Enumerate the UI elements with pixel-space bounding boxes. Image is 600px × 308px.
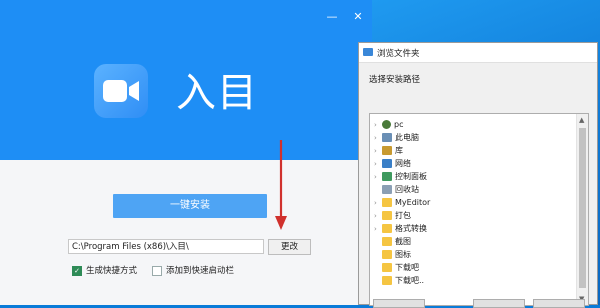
annotation-arrow-icon: [275, 140, 287, 230]
close-button[interactable]: ✕: [352, 11, 364, 23]
folder-dialog-icon: [363, 48, 373, 56]
expand-arrow-icon[interactable]: ›: [374, 158, 382, 170]
dialog-titlebar: 浏览文件夹: [359, 43, 597, 63]
one-click-install-button[interactable]: 一键安装: [113, 194, 267, 218]
tree-item-control-panel[interactable]: › 控制面板: [374, 171, 427, 183]
expand-arrow-icon[interactable]: ›: [374, 145, 382, 157]
folder-icon: [382, 250, 392, 259]
tree-item-label: 截图: [395, 237, 411, 246]
expand-arrow-icon[interactable]: ›: [374, 171, 382, 183]
quick-launch-checkbox[interactable]: 添加到快速启动栏: [152, 265, 234, 277]
folder-icon: [382, 263, 392, 272]
network-icon: [382, 159, 392, 168]
tree-item-icons[interactable]: 图标: [382, 249, 411, 261]
tree-item-label: 库: [395, 146, 403, 155]
dialog-cancel-button[interactable]: [533, 299, 585, 308]
expand-arrow-icon[interactable]: ›: [374, 132, 382, 144]
change-path-button[interactable]: 更改: [268, 239, 311, 255]
scroll-up-icon[interactable]: ▲: [579, 116, 584, 124]
tree-item-label: 此电脑: [395, 133, 419, 142]
tree-item-network[interactable]: › 网络: [374, 158, 411, 170]
tree-item-this-pc[interactable]: › 此电脑: [374, 132, 419, 144]
tree-item-pc[interactable]: › pc: [374, 119, 403, 131]
installer-window: — ✕ 入目 一键安装 C:\Program Files (x86)\入目\ 更…: [0, 0, 372, 305]
user-icon: [382, 120, 391, 129]
install-path-input[interactable]: C:\Program Files (x86)\入目\: [68, 239, 264, 254]
tree-item-label: 回收站: [395, 185, 419, 194]
computer-icon: [382, 133, 392, 142]
tree-item-library[interactable]: › 库: [374, 145, 403, 157]
tree-item-label: 网络: [395, 159, 411, 168]
dialog-ok-button[interactable]: [473, 299, 525, 308]
browse-folder-dialog: 浏览文件夹 选择安装路径 › pc › 此电脑 › 库 › 网络 › 控制面板 回收站 ›…: [358, 42, 598, 308]
dialog-title: 浏览文件夹: [377, 49, 420, 59]
tree-item-downloads[interactable]: 下载吧: [382, 262, 419, 274]
tree-item-downloads-2[interactable]: 下载吧..: [382, 275, 424, 287]
create-shortcut-checkbox[interactable]: ✓ 生成快捷方式: [72, 265, 137, 277]
brand-name: 入目: [176, 70, 258, 116]
control-panel-icon: [382, 172, 392, 181]
expand-arrow-icon[interactable]: ›: [374, 210, 382, 222]
tree-item-label: 格式转换: [395, 224, 427, 233]
quick-launch-label: 添加到快速启动栏: [166, 266, 235, 276]
dialog-new-folder-button[interactable]: [373, 299, 425, 308]
tree-item-label: 打包: [395, 211, 411, 220]
folder-icon: [382, 237, 392, 246]
tree-item-label: MyEditor: [395, 198, 431, 207]
tree-item-myeditor[interactable]: › MyEditor: [374, 197, 430, 209]
expand-arrow-icon[interactable]: ›: [374, 223, 382, 235]
tree-item-label: pc: [394, 120, 404, 129]
checkbox-unchecked-icon: [152, 265, 162, 276]
folder-icon: [382, 276, 392, 285]
tree-item-format-convert[interactable]: › 格式转换: [374, 223, 427, 235]
minimize-button[interactable]: —: [326, 11, 338, 23]
app-logo: [94, 64, 148, 118]
tree-item-package[interactable]: › 打包: [374, 210, 411, 222]
tree-item-recycle-bin[interactable]: 回收站: [382, 184, 419, 196]
tree-item-screenshots[interactable]: 截图: [382, 236, 411, 248]
folder-icon: [382, 211, 392, 220]
video-camera-icon: [103, 80, 139, 102]
expand-arrow-icon[interactable]: ›: [374, 197, 382, 209]
folder-icon: [382, 224, 392, 233]
dialog-prompt: 选择安装路径: [369, 75, 421, 85]
tree-item-label: 控制面板: [395, 172, 427, 181]
recycle-bin-icon: [382, 185, 392, 194]
tree-item-label: 下载吧..: [395, 276, 425, 285]
scroll-thumb[interactable]: [579, 128, 586, 288]
tree-item-label: 下载吧: [395, 263, 419, 272]
folder-icon: [382, 198, 392, 207]
create-shortcut-label: 生成快捷方式: [86, 266, 138, 276]
installer-header: — ✕ 入目: [0, 0, 372, 160]
expand-arrow-icon[interactable]: ›: [374, 119, 382, 131]
library-icon: [382, 146, 392, 155]
tree-item-label: 图标: [395, 250, 411, 259]
folder-tree[interactable]: › pc › 此电脑 › 库 › 网络 › 控制面板 回收站 › MyEditor › 打包 …: [369, 113, 589, 306]
checkbox-checked-icon: ✓: [72, 265, 82, 276]
vertical-scrollbar[interactable]: ▲ ▼: [576, 114, 588, 305]
